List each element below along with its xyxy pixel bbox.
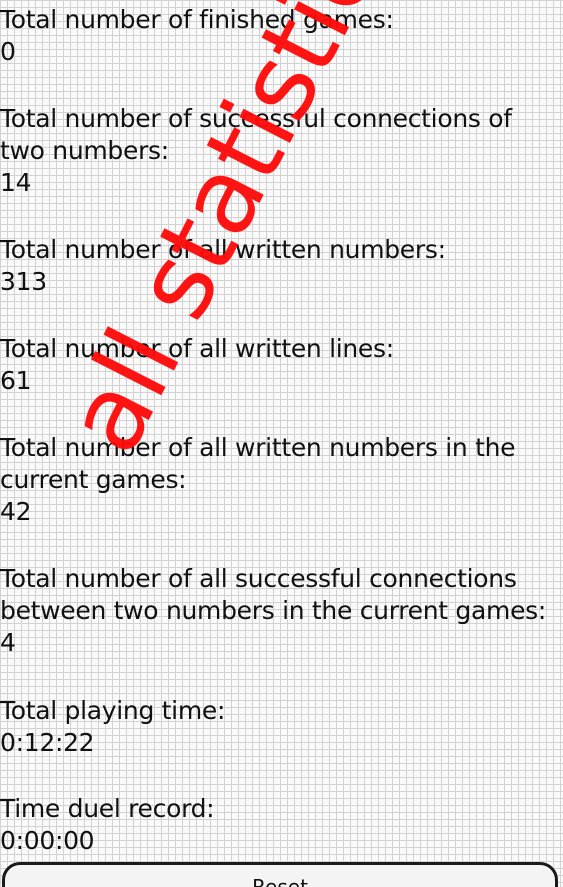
stat-numbers-current-games: Total number of all written numbers in t… (0, 432, 560, 528)
stat-label: Total number of all successful connectio… (0, 564, 547, 625)
stat-label: Total number of all written lines: (0, 334, 394, 363)
reset-button[interactable]: Reset (2, 862, 558, 887)
stat-value: 42 (0, 497, 32, 526)
stat-time-duel-record: Time duel record: 0:00:00 (0, 793, 560, 857)
stat-value: 61 (0, 366, 32, 395)
stat-value: 313 (0, 267, 47, 296)
stat-written-numbers: Total number of all written numbers: 313 (0, 234, 560, 298)
stat-label: Total number of successful connections o… (0, 104, 512, 165)
stat-value: 4 (0, 628, 16, 657)
stat-value: 0 (0, 37, 16, 66)
stat-value: 14 (0, 168, 32, 197)
stat-label: Total playing time: (0, 696, 226, 725)
stat-finished-games: Total number of finished games: 0 (0, 4, 560, 68)
stat-connections-current-games: Total number of all successful connectio… (0, 563, 560, 659)
stat-value: 0:12:22 (0, 728, 95, 757)
stat-value: 0:00:00 (0, 826, 95, 855)
stat-playing-time: Total playing time: 0:12:22 (0, 695, 560, 759)
stat-label: Total number of finished games: (0, 5, 394, 34)
stat-label: Total number of all written numbers: (0, 235, 446, 264)
stat-successful-connections: Total number of successful connections o… (0, 103, 560, 199)
stat-label: Total number of all written numbers in t… (0, 433, 516, 494)
stat-label: Time duel record: (0, 794, 215, 823)
stat-written-lines: Total number of all written lines: 61 (0, 333, 560, 397)
